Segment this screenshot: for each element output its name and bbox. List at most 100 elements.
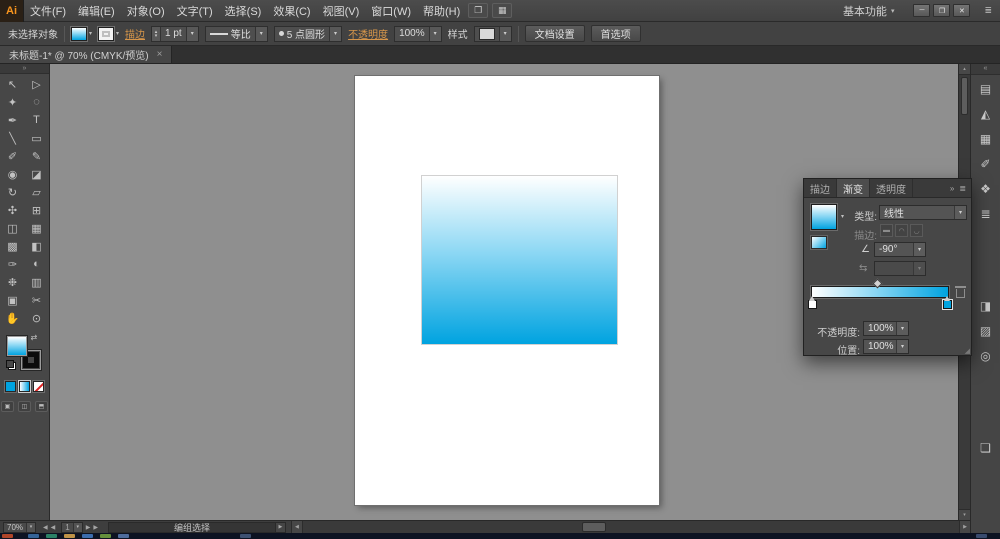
gradient-angle-combo[interactable]: -90°	[874, 242, 926, 257]
status-menu-icon[interactable]	[275, 521, 286, 533]
stop-location-combo[interactable]: 100%	[863, 339, 909, 354]
panel-menu-icon[interactable]	[959, 184, 966, 193]
eyedropper-tool[interactable]: ✑	[1, 255, 25, 273]
scroll-down-icon[interactable]	[959, 509, 970, 520]
mesh-tool[interactable]: ▩	[1, 237, 25, 255]
document-tab[interactable]: 未标题-1* @ 70% (CMYK/预览) ×	[0, 46, 173, 63]
brush-definition-combo[interactable]: 5 点圆形	[273, 25, 343, 42]
collapse-panel-icon[interactable]	[950, 184, 954, 193]
preferences-button[interactable]: 首选项	[590, 25, 641, 42]
expand-panels-icon[interactable]	[971, 64, 1000, 75]
vertical-scroll-thumb[interactable]	[961, 77, 968, 115]
menu-item[interactable]: 文件(F)	[24, 0, 72, 21]
pencil-tool[interactable]: ✎	[25, 147, 49, 165]
gradient-rectangle[interactable]	[422, 176, 617, 344]
panel-tab[interactable]: 渐变	[837, 179, 870, 197]
magic-wand-tool[interactable]: ✦	[1, 93, 25, 111]
hand-tool[interactable]: ✋	[1, 309, 25, 327]
color-panel-icon[interactable]: ▤	[974, 78, 998, 100]
menu-item[interactable]: 选择(S)	[219, 0, 268, 21]
menu-item[interactable]: 帮助(H)	[417, 0, 466, 21]
minimize-button[interactable]: ─	[913, 4, 931, 17]
appearance-panel-icon[interactable]: ◎	[974, 345, 998, 367]
selection-tool[interactable]: ↖	[1, 75, 25, 93]
menu-item[interactable]: 文字(T)	[171, 0, 219, 21]
chevron-down-icon[interactable]	[89, 30, 92, 37]
chevron-down-icon[interactable]	[498, 26, 511, 41]
gradient-type-dropdown[interactable]: 线性	[879, 205, 967, 220]
close-button[interactable]: ✕	[953, 4, 971, 17]
slice-tool[interactable]: ✂	[25, 291, 49, 309]
swatches-panel-icon[interactable]: ▦	[974, 128, 998, 150]
symbols-panel-icon[interactable]: ❖	[974, 178, 998, 200]
stepper-icon[interactable]	[152, 26, 162, 41]
fill-swatch[interactable]	[71, 26, 87, 41]
gradient-thumbnail[interactable]	[811, 204, 837, 230]
blob-brush-tool[interactable]: ◉	[1, 165, 25, 183]
gradient-slider-bar[interactable]	[811, 286, 949, 298]
gradient-stop-start[interactable]	[808, 296, 817, 309]
lasso-tool[interactable]: ◌	[25, 93, 49, 111]
opacity-panel-link[interactable]: 不透明度	[348, 26, 388, 41]
previous-artboard-icon[interactable]	[51, 524, 56, 531]
rotate-tool[interactable]: ↻	[1, 183, 25, 201]
line-segment-tool[interactable]: ╲	[1, 129, 25, 147]
reverse-gradient-button[interactable]	[811, 236, 827, 249]
stroke-gradient-within-icon[interactable]: ▬	[880, 224, 893, 237]
eraser-tool[interactable]: ◪	[25, 165, 49, 183]
brushes-panel-icon[interactable]: ✐	[974, 153, 998, 175]
draw-behind-icon[interactable]: ◫	[18, 401, 31, 412]
shape-builder-tool[interactable]: ◫	[1, 219, 25, 237]
pen-tool[interactable]: ✒	[1, 111, 25, 129]
screen-mode-icon[interactable]: ⬒	[35, 401, 48, 412]
gradient-tool[interactable]: ◧	[25, 237, 49, 255]
scroll-left-icon[interactable]	[291, 520, 303, 533]
go-to-bridge-icon[interactable]	[468, 3, 489, 18]
stroke-panel-icon[interactable]: ≣	[974, 203, 998, 225]
menu-item[interactable]: 窗口(W)	[365, 0, 417, 21]
stroke-gradient-along-icon[interactable]: ◠	[895, 224, 908, 237]
transparency-panel-icon[interactable]: ▨	[974, 320, 998, 342]
stroke-width-combo[interactable]: 1 pt	[151, 25, 199, 42]
delete-stop-icon[interactable]	[955, 286, 966, 298]
next-artboard-icon[interactable]	[86, 524, 91, 531]
scroll-up-icon[interactable]	[959, 64, 970, 75]
type-tool[interactable]: T	[25, 111, 49, 129]
artboard-tool[interactable]: ▣	[1, 291, 25, 309]
chevron-down-icon[interactable]	[185, 26, 198, 41]
paintbrush-tool[interactable]: ✐	[1, 147, 25, 165]
layers-panel-icon[interactable]: ❏	[974, 437, 998, 459]
menu-item[interactable]: 效果(C)	[267, 0, 316, 21]
rectangle-tool[interactable]: ▭	[25, 129, 49, 147]
blend-tool[interactable]: ◐	[25, 255, 49, 273]
scroll-right-icon[interactable]	[959, 520, 970, 533]
perspective-grid-tool[interactable]: ▦	[25, 219, 49, 237]
workspace-switcher[interactable]: 基本功能	[843, 3, 895, 19]
zoom-combo[interactable]: 70%	[3, 521, 37, 533]
gradient-stop-end[interactable]	[943, 296, 952, 309]
chevron-down-icon[interactable]	[254, 26, 267, 41]
tools-panel-header[interactable]	[0, 64, 49, 74]
swap-fill-stroke-icon[interactable]	[31, 333, 38, 342]
fill-color-control[interactable]	[71, 26, 92, 41]
width-tool[interactable]: ✣	[1, 201, 25, 219]
restore-button[interactable]: ❐	[933, 4, 951, 17]
none-mode-button[interactable]	[33, 381, 44, 392]
arrange-documents-icon[interactable]	[492, 3, 513, 18]
horizontal-scroll-thumb[interactable]	[581, 521, 606, 532]
stroke-swatch[interactable]	[98, 26, 115, 41]
menu-item[interactable]: 编辑(E)	[72, 0, 121, 21]
color-mode-button[interactable]	[5, 381, 16, 392]
direct-selection-tool[interactable]: ▷	[25, 75, 49, 93]
width-profile-combo[interactable]: 等比	[204, 25, 268, 42]
stroke-panel-link[interactable]: 描边	[125, 26, 145, 41]
free-transform-tool[interactable]: ⊞	[25, 201, 49, 219]
first-artboard-icon[interactable]	[43, 524, 48, 531]
gradient-panel-icon[interactable]: ◨	[974, 295, 998, 317]
tab-close-icon[interactable]: ×	[157, 49, 163, 60]
chevron-down-icon[interactable]	[428, 26, 441, 41]
chevron-down-icon[interactable]	[329, 26, 342, 41]
color-guide-panel-icon[interactable]: ◭	[974, 103, 998, 125]
last-artboard-icon[interactable]	[93, 524, 98, 531]
stroke-color-control[interactable]	[98, 26, 119, 41]
